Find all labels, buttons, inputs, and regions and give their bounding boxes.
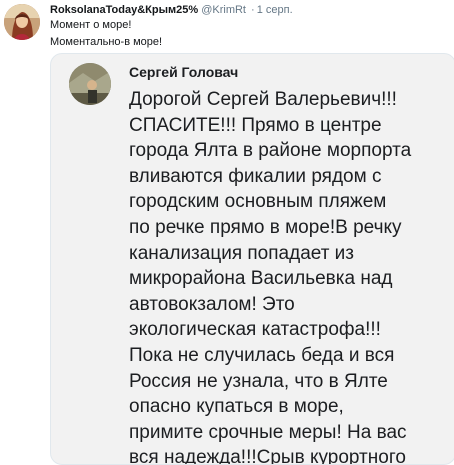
quoted-text-line: экологическая катастрофа!!! <box>129 319 381 341</box>
quoted-text-line: примите срочные меры! На вас <box>129 421 407 443</box>
author-name[interactable]: RoksolanaToday&Крым25% <box>50 4 198 16</box>
tweet[interactable]: RoksolanaToday&Крым25% @KrimRt · 1 серп. … <box>0 0 454 465</box>
quoted-author-name: Сергей Головач <box>129 64 239 80</box>
portrait-icon <box>4 4 40 40</box>
quoted-text-line: Россия не узнала, что в Ялте <box>129 370 388 392</box>
quoted-text-line: канализация попадает из <box>129 242 355 264</box>
quoted-text-line: автовокзалом! Это <box>129 293 295 315</box>
quoted-text-line: микрорайона Васильевка над <box>129 268 393 290</box>
quoted-text-line: города Ялта в районе морпорта <box>129 140 412 162</box>
tweet-author-avatar[interactable] <box>4 4 40 40</box>
quoted-text-line: по речке прямо в море!В речку <box>129 216 402 238</box>
quoted-text-line: Дорогой Сергей Валерьевич!!! <box>129 89 397 110</box>
quoted-author-avatar <box>69 63 111 105</box>
tweet-date[interactable]: 1 серп. <box>257 4 293 16</box>
tweet-header: RoksolanaToday&Крым25% @KrimRt · 1 серп. <box>50 3 293 17</box>
quoted-text-line: городским основным пляжем <box>129 191 387 213</box>
quoted-post-text: Дорогой Сергей Валерьевич!!! СПАСИТЕ!!! … <box>129 87 451 465</box>
author-handle[interactable]: @KrimRt <box>201 4 246 16</box>
quoted-text-line: вся надежда!!!Срыв курортного <box>129 447 406 465</box>
tweet-text-line: Момент о море! <box>50 19 132 31</box>
photo-avatar-icon <box>69 63 111 105</box>
quoted-text-line: вливаются фикалии рядом с <box>129 165 382 187</box>
quoted-text-line: СПАСИТЕ!!! Прямо в центре <box>129 114 382 136</box>
quoted-text-line: Пока не случилась беда и вся <box>129 344 395 366</box>
tweet-media-image[interactable]: Сергей Головач Дорогой Сергей Валерьевич… <box>50 53 454 465</box>
tweet-text: Момент о море! Моментально-в море! <box>50 17 162 51</box>
tweet-text-line: Моментально-в море! <box>50 36 163 48</box>
quoted-text-line: опасно купаться в море, <box>129 396 344 418</box>
separator-dot: · <box>251 4 255 16</box>
